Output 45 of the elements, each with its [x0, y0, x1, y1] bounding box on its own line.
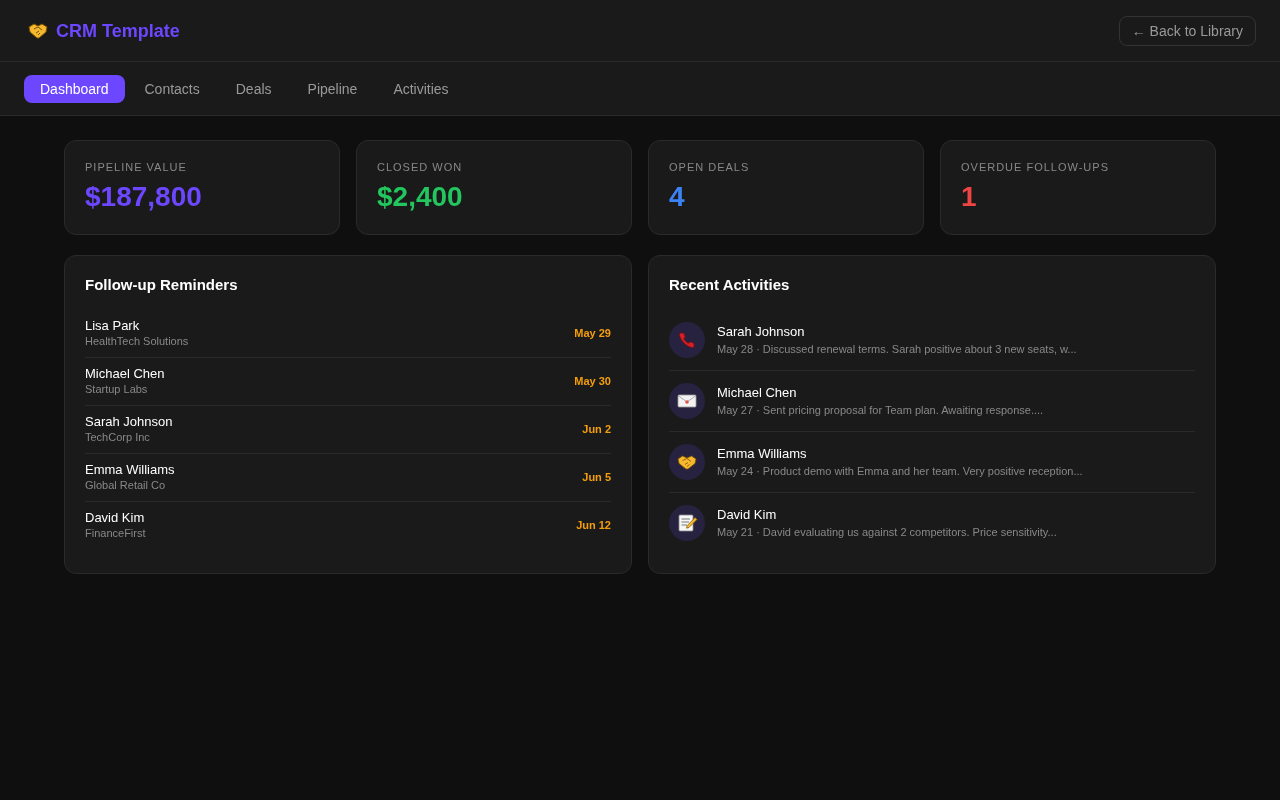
phone-icon [669, 322, 705, 358]
contact-name: Michael Chen [85, 366, 165, 382]
company-name: Global Retail Co [85, 478, 167, 492]
company-name: TechCorp Inc [85, 430, 151, 444]
contact-name: Lisa Park [85, 318, 141, 334]
nav-tab[interactable]: Contacts [128, 74, 216, 103]
activity-summary: May 24 · Product demo with Emma and her team. Very positive reception... [717, 464, 1083, 478]
stat-label: PIPELINE VALUE [85, 161, 188, 174]
back-to-library-button[interactable]: ← Back to Library [1118, 15, 1256, 46]
due-date: Jun 12 [576, 518, 611, 532]
due-date: Jun 5 [582, 470, 611, 484]
stat-label: CLOSED WON [377, 161, 464, 174]
nav-tab[interactable]: Deals [219, 74, 288, 103]
panel-title: Recent Activities [669, 276, 791, 294]
company-name: FinanceFirst [85, 526, 146, 540]
nav-tab[interactable]: Pipeline [291, 74, 374, 103]
envelope-icon [669, 383, 705, 419]
activity-summary: May 27 · Sent pricing proposal for Team plan. Awaiting response.... [717, 403, 1044, 417]
contact-name: David Kim [85, 510, 146, 526]
stat-value: $187,800 [85, 180, 203, 214]
app-title: CRM Template [56, 19, 180, 42]
stat-value: $2,400 [377, 180, 464, 214]
activity-summary: May 21 · David evaluating us against 2 competitors. Price sensitivity... [717, 525, 1057, 539]
contact-name: Emma Williams [717, 446, 808, 462]
activity-summary: May 28 · Discussed renewal terms. Sarah positive about 3 new seats, w... [717, 342, 1077, 356]
handshake-icon [28, 21, 48, 40]
stat-value: 4 [669, 180, 686, 214]
panel-title: Follow-up Reminders [85, 276, 239, 294]
contact-name: David Kim [717, 507, 778, 523]
nav-tab[interactable]: Activities [377, 74, 465, 103]
stat-label: OVERDUE FOLLOW-UPS [961, 161, 1110, 174]
due-date: May 30 [574, 374, 611, 388]
due-date: Jun 2 [582, 422, 611, 436]
company-name: Startup Labs [85, 382, 149, 396]
stat-label: OPEN DEALS [669, 161, 751, 174]
notepad-pencil-icon [669, 505, 705, 541]
contact-name: Emma Williams [85, 462, 175, 478]
due-date: May 29 [574, 326, 611, 340]
company-name: HealthTech Solutions [85, 334, 189, 348]
contact-name: Sarah Johnson [717, 324, 806, 340]
handshake-icon [669, 444, 705, 480]
nav-tab[interactable]: Dashboard [24, 74, 125, 103]
contact-name: Sarah Johnson [85, 414, 173, 430]
stat-value: 1 [961, 180, 978, 214]
contact-name: Michael Chen [717, 385, 798, 401]
